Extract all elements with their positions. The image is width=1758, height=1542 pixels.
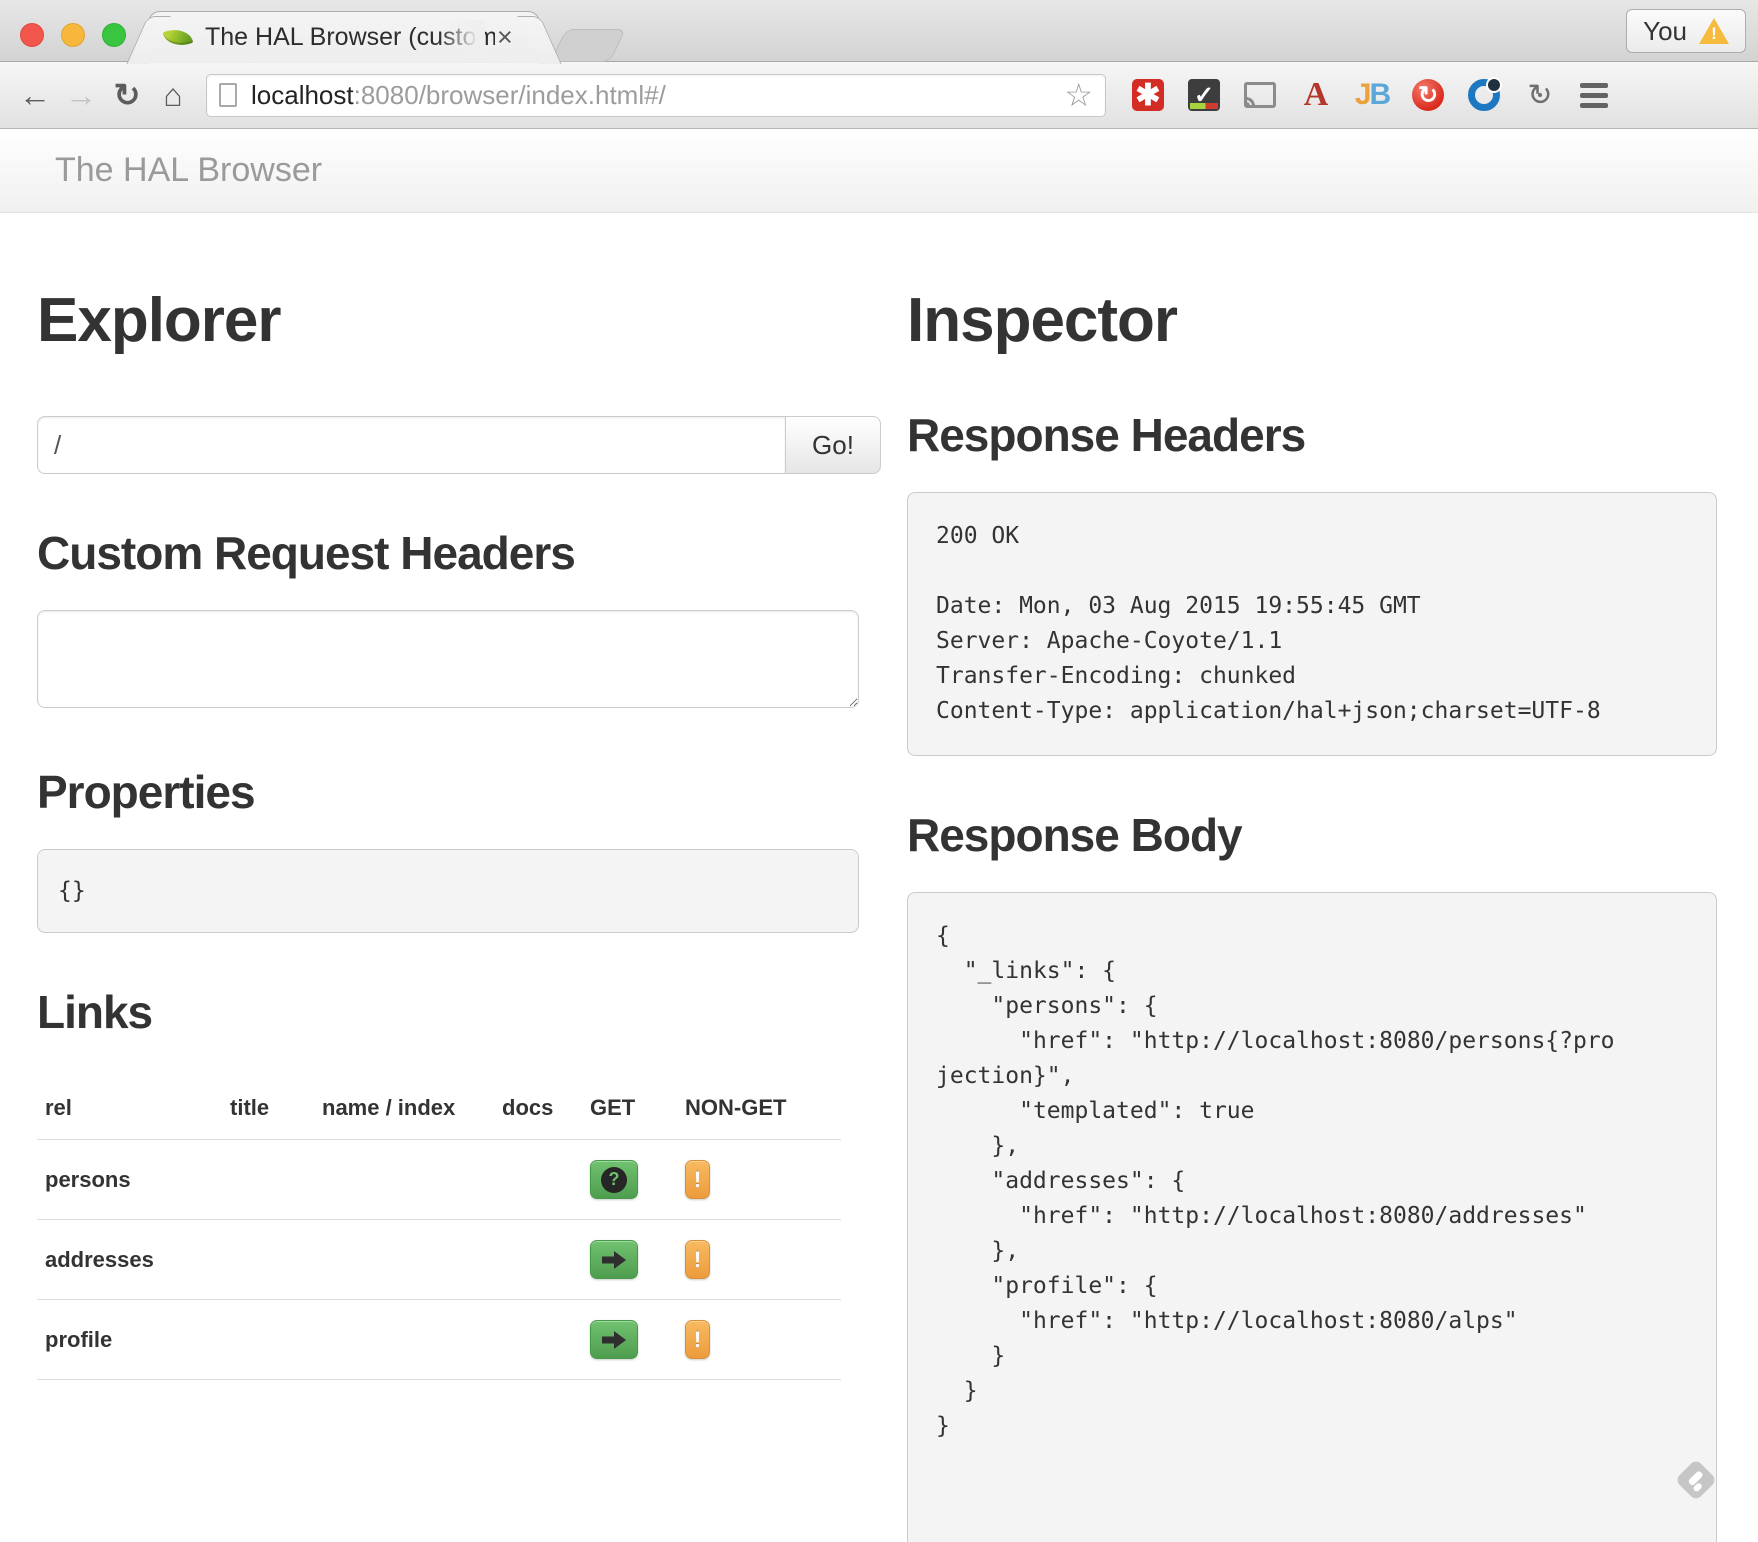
- address-input-group: Go!: [37, 416, 881, 474]
- browser-tab-strip: The HAL Browser (customiz × You: [0, 0, 1758, 62]
- column-header-title: title: [222, 1083, 314, 1140]
- custom-request-headers-textarea[interactable]: [37, 610, 859, 708]
- response-headers-box: 200 OK Date: Mon, 03 Aug 2015 19:55:45 G…: [907, 492, 1717, 756]
- non-get-button[interactable]: !: [685, 1240, 710, 1279]
- tab-close-icon[interactable]: ×: [497, 24, 513, 51]
- question-sign-icon: ?: [601, 1167, 627, 1193]
- extension-icons: ✱ ✓ A JB ↻ ↻: [1132, 79, 1556, 111]
- custom-request-headers-heading: Custom Request Headers: [37, 526, 847, 580]
- sync-extension-icon[interactable]: ↻: [1412, 79, 1444, 111]
- profile-you-label: You: [1643, 16, 1687, 47]
- browser-toolbar: ← → ↻ ⌂ localhost:8080/browser/index.htm…: [0, 62, 1758, 129]
- back-button[interactable]: ←: [12, 77, 58, 114]
- url-path: :8080/browser/index.html#/: [354, 80, 666, 110]
- spring-leaf-favicon: [163, 23, 193, 53]
- rel-label: persons: [37, 1140, 222, 1220]
- get-button[interactable]: [590, 1320, 638, 1359]
- table-row-addresses: addresses !: [37, 1220, 841, 1300]
- minimize-window-button[interactable]: [61, 23, 85, 47]
- get-button[interactable]: ?: [590, 1160, 638, 1199]
- bookmark-star-icon[interactable]: ☆: [1064, 79, 1093, 111]
- tab-title-fade: [439, 20, 485, 58]
- url-text[interactable]: localhost:8080/browser/index.html#/: [251, 80, 1064, 111]
- rel-label: addresses: [37, 1220, 222, 1300]
- zoom-window-button[interactable]: [102, 23, 126, 47]
- column-header-docs: docs: [494, 1083, 582, 1140]
- feedly-mini-icon[interactable]: [1671, 1455, 1721, 1510]
- profile-you-button[interactable]: You: [1626, 9, 1746, 53]
- table-row-profile: profile !: [37, 1300, 841, 1380]
- inspector-heading: Inspector: [907, 285, 1717, 356]
- links-table-header-row: rel title name / index docs GET NON-GET: [37, 1083, 841, 1140]
- forward-button[interactable]: →: [58, 77, 104, 114]
- explorer-panel: Explorer Go! Custom Request Headers Prop…: [37, 213, 847, 1542]
- column-header-rel: rel: [37, 1083, 222, 1140]
- jb-extension-icon[interactable]: JB: [1356, 79, 1388, 111]
- properties-value: {}: [37, 849, 859, 933]
- non-get-button[interactable]: !: [685, 1160, 710, 1199]
- menu-hamburger-icon[interactable]: [1580, 83, 1608, 108]
- rel-label: profile: [37, 1300, 222, 1380]
- arrow-right-icon: [602, 1251, 626, 1269]
- explorer-address-input[interactable]: [37, 416, 786, 474]
- site-header: The HAL Browser: [0, 129, 1758, 213]
- new-tab-button[interactable]: [550, 29, 626, 62]
- address-bar[interactable]: localhost:8080/browser/index.html#/ ☆: [206, 74, 1106, 117]
- response-body-heading: Response Body: [907, 808, 1717, 862]
- blue-circle-extension-icon[interactable]: [1468, 79, 1500, 111]
- page-content: Explorer Go! Custom Request Headers Prop…: [0, 213, 1758, 1542]
- column-header-get: GET: [582, 1083, 677, 1140]
- links-heading: Links: [37, 985, 847, 1039]
- links-table: rel title name / index docs GET NON-GET …: [37, 1083, 841, 1380]
- non-get-button[interactable]: !: [685, 1320, 710, 1359]
- letter-a-extension-icon[interactable]: A: [1300, 79, 1332, 111]
- history-clock-extension-icon[interactable]: ↻: [1524, 79, 1556, 111]
- arrow-right-icon: [602, 1331, 626, 1349]
- properties-heading: Properties: [37, 765, 847, 819]
- browser-tab[interactable]: The HAL Browser (customiz ×: [148, 11, 540, 63]
- lastpass-extension-icon[interactable]: ✱: [1132, 79, 1164, 111]
- site-title: The HAL Browser: [55, 151, 322, 190]
- url-host: localhost: [251, 80, 354, 110]
- page-icon[interactable]: [219, 83, 237, 107]
- explorer-heading: Explorer: [37, 285, 847, 356]
- home-button[interactable]: ⌂: [150, 77, 196, 114]
- inspector-panel: Inspector Response Headers 200 OK Date: …: [907, 213, 1717, 1542]
- response-headers-heading: Response Headers: [907, 408, 1717, 462]
- go-button[interactable]: Go!: [785, 416, 881, 474]
- column-header-name-index: name / index: [314, 1083, 494, 1140]
- checkmark-extension-icon[interactable]: ✓: [1188, 79, 1220, 111]
- warning-icon: [1699, 18, 1729, 44]
- column-header-non-get: NON-GET: [677, 1083, 841, 1140]
- table-row-persons: persons ? !: [37, 1140, 841, 1220]
- get-button[interactable]: [590, 1240, 638, 1279]
- window-controls: [20, 23, 126, 47]
- response-body-box: { "_links": { "persons": { "href": "http…: [907, 892, 1717, 1542]
- close-window-button[interactable]: [20, 23, 44, 47]
- reload-button[interactable]: ↻: [104, 76, 150, 114]
- chromecast-extension-icon[interactable]: [1244, 82, 1276, 108]
